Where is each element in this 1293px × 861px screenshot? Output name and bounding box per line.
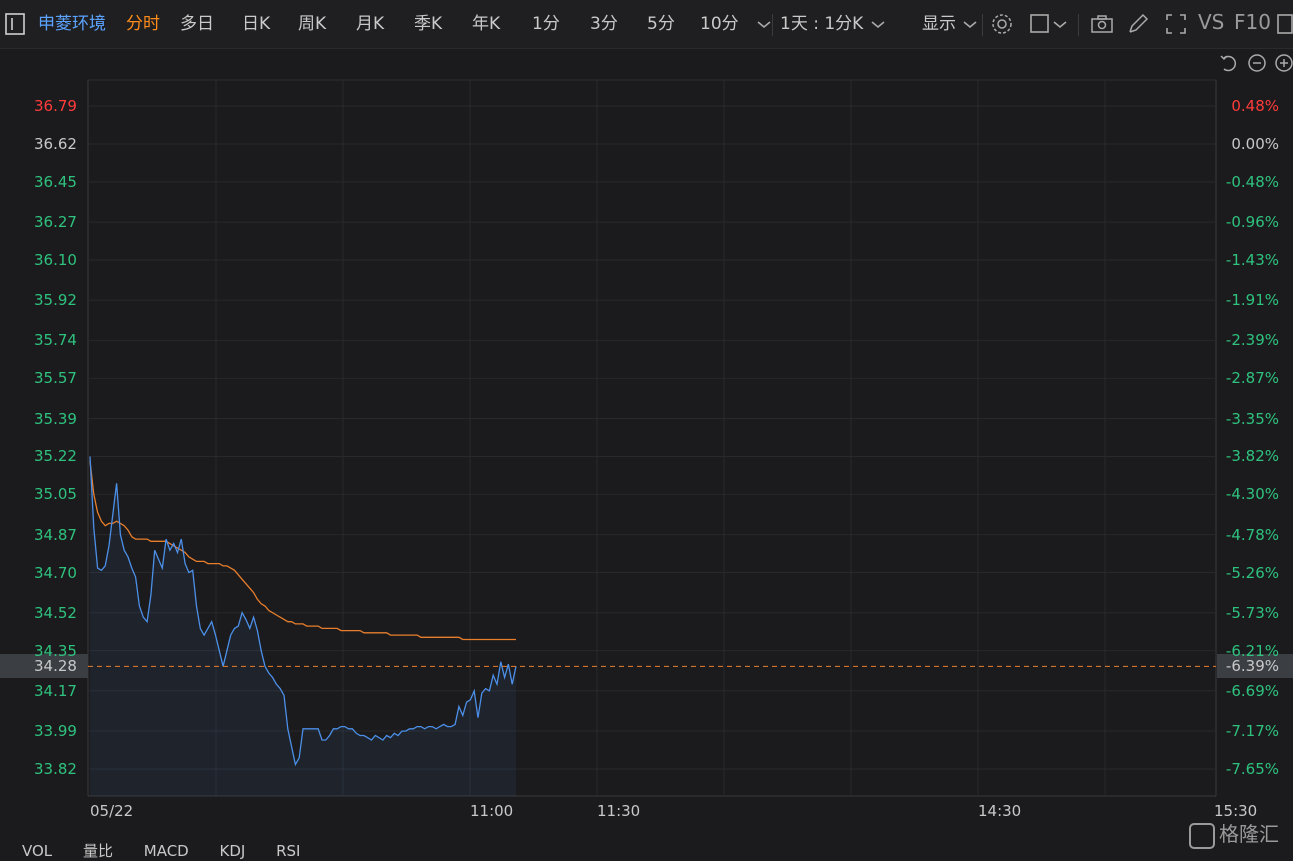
y-tick-left: 35.92 [34, 291, 77, 310]
x-tick-1100: 11:00 [470, 802, 514, 820]
y-tick-right: -0.48% [1225, 172, 1279, 191]
y-tick-right: 0.48% [1231, 97, 1279, 115]
current-pct-label: -6.39% [1225, 657, 1279, 675]
y-tick-left: 36.62 [34, 134, 77, 153]
y-tick-right: -5.73% [1225, 603, 1279, 622]
y-tick-left: 35.22 [34, 447, 77, 466]
y-tick-left: 34.70 [34, 563, 77, 582]
y-tick-right: -7.65% [1225, 760, 1279, 778]
y-tick-right: -5.26% [1225, 563, 1279, 582]
tab-rsi[interactable]: RSI [276, 842, 300, 860]
y-tick-left: 34.17 [34, 681, 77, 700]
tab-vol[interactable]: VOL [22, 842, 52, 860]
watermark-logo: 格隆汇 [1189, 818, 1279, 849]
y-tick-right: -6.69% [1225, 681, 1279, 700]
y-tick-right: -3.82% [1225, 447, 1279, 466]
y-tick-left: 36.79 [34, 97, 77, 115]
x-tick-date: 05/22 [90, 802, 134, 820]
y-tick-left: 36.27 [34, 213, 77, 232]
y-tick-left: 35.39 [34, 409, 77, 428]
y-tick-right: -2.39% [1225, 331, 1279, 350]
current-price-label: 34.28 [34, 657, 77, 675]
y-tick-left: 33.82 [34, 760, 77, 778]
y-tick-left: 36.10 [34, 251, 77, 270]
y-tick-left: 36.45 [34, 172, 77, 191]
y-tick-left: 35.74 [34, 331, 77, 350]
x-tick-1430: 14:30 [978, 802, 1022, 820]
y-tick-right: 0.00% [1231, 134, 1279, 153]
y-tick-right: -1.43% [1225, 251, 1279, 270]
y-tick-right: -2.87% [1225, 369, 1279, 388]
brand-icon [1189, 822, 1215, 849]
y-tick-right: -0.96% [1225, 213, 1279, 232]
y-tick-right: -7.17% [1225, 722, 1279, 741]
tab-kdj[interactable]: KDJ [220, 842, 246, 860]
y-tick-right: -4.78% [1225, 525, 1279, 544]
x-tick-1130: 11:30 [597, 802, 641, 820]
tab-macd[interactable]: MACD [144, 842, 189, 860]
y-tick-right: -3.35% [1225, 409, 1279, 428]
price-area [90, 456, 516, 796]
y-tick-left: 34.87 [34, 525, 77, 544]
tab-volume-ratio[interactable]: 量比 [83, 842, 113, 860]
y-tick-right: -4.30% [1225, 485, 1279, 504]
y-tick-left: 33.99 [34, 722, 77, 741]
y-tick-left: 35.57 [34, 369, 77, 388]
intraday-chart[interactable] [0, 0, 1293, 851]
y-tick-left: 35.05 [34, 485, 77, 504]
y-tick-right: -1.91% [1225, 291, 1279, 310]
y-tick-left: 34.52 [34, 603, 77, 622]
